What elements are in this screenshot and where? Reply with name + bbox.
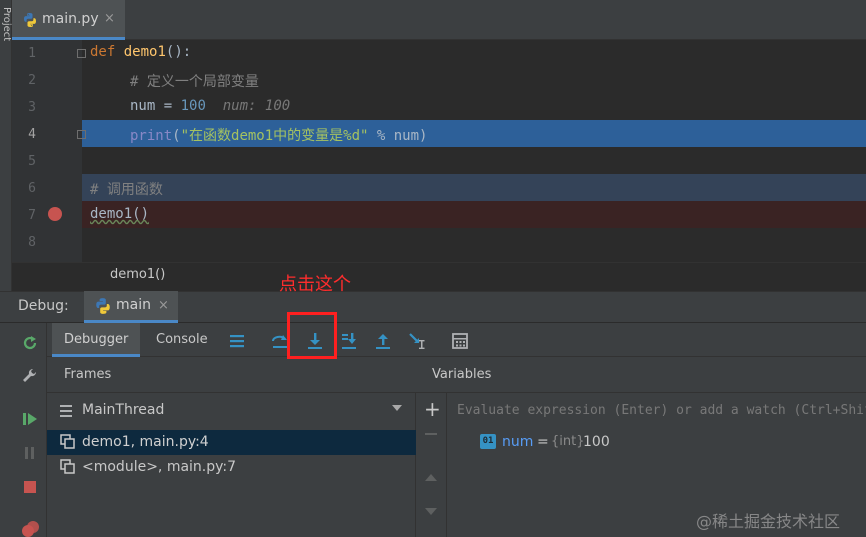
wrench-icon[interactable]: [20, 366, 40, 386]
code-line-7: demo1(): [90, 206, 149, 222]
variable-equals: =: [537, 434, 549, 450]
debug-title: Debug:: [18, 298, 69, 314]
fold-marker-icon[interactable]: [77, 130, 86, 139]
line-number: 3: [28, 100, 36, 115]
step-out-icon[interactable]: [373, 331, 393, 351]
close-session-icon[interactable]: ×: [158, 298, 169, 313]
breadcrumb[interactable]: demo1(): [110, 267, 165, 282]
python-file-icon: [24, 13, 36, 27]
code-comment: # 定义一个局部变量: [130, 74, 259, 90]
thread-name: MainThread: [82, 402, 165, 418]
evaluate-expression-input[interactable]: [447, 396, 866, 424]
remove-watch-icon[interactable]: [425, 433, 437, 435]
code-comment: # 调用函数: [90, 182, 163, 198]
add-watch-icon[interactable]: +: [424, 399, 441, 419]
fold-marker-icon[interactable]: [77, 49, 86, 58]
rerun-icon[interactable]: [20, 333, 40, 353]
resume-icon[interactable]: [20, 409, 40, 429]
code-line-4: print("在函数demo1中的变量是%d" % num): [130, 125, 427, 145]
watermark: @稀土掘金技术社区: [696, 512, 841, 531]
file-tab-main-py[interactable]: main.py ×: [12, 0, 125, 40]
chevron-down-icon[interactable]: [392, 405, 402, 411]
pause-icon[interactable]: [20, 443, 40, 463]
variable-value: 100: [583, 434, 610, 450]
thread-icon: [60, 405, 72, 417]
step-into-my-code-icon[interactable]: [339, 331, 359, 351]
frame-label[interactable]: <module>, main.py:7: [82, 459, 236, 475]
evaluate-expression-icon[interactable]: [450, 331, 470, 351]
code-call: demo1(): [90, 206, 150, 222]
debug-side-toolbar: [0, 323, 47, 537]
variable-type: {int}: [551, 434, 585, 449]
tab-console[interactable]: Console: [156, 332, 208, 347]
view-breakpoints-icon[interactable]: [20, 519, 40, 537]
code-number: 100: [180, 98, 206, 114]
editor-tab-bar: [12, 0, 866, 40]
breakpoint-line-highlight: [82, 201, 866, 228]
code-punct: (: [172, 128, 181, 144]
code-punct: ():: [165, 44, 192, 60]
caret-line-highlight: [82, 174, 866, 201]
line-number: 1: [28, 46, 36, 61]
line-number: 7: [28, 208, 36, 223]
line-number: 8: [28, 235, 36, 250]
code-builtin: print: [130, 128, 173, 144]
menu-icon[interactable]: [227, 331, 247, 351]
stack-frame-icon: [60, 434, 75, 449]
keyword-def: def: [90, 44, 116, 60]
variable-name[interactable]: num: [502, 434, 533, 450]
project-strip-label[interactable]: Project: [0, 7, 12, 55]
line-number: 4: [28, 127, 36, 142]
code-rest: % num): [368, 128, 428, 144]
code-op: =: [155, 98, 181, 114]
annotation-highlight-box: [287, 312, 337, 359]
code-line-1: def demo1():: [90, 44, 191, 60]
file-tab-label: main.py: [42, 11, 99, 27]
stop-icon[interactable]: [20, 477, 40, 497]
code-line-3: num = 100 num: 100: [130, 98, 290, 114]
line-number: 5: [28, 154, 36, 169]
code-var: num: [130, 98, 156, 114]
move-down-icon[interactable]: [425, 508, 437, 515]
stack-frame-icon: [60, 459, 75, 474]
code-line-6: # 调用函数: [90, 179, 163, 199]
frames-title: Frames: [64, 367, 112, 382]
variables-title: Variables: [432, 367, 492, 382]
python-icon: [96, 298, 110, 314]
frame-label: demo1, main.py:4: [82, 434, 209, 450]
close-tab-icon[interactable]: ×: [104, 11, 115, 26]
move-up-icon[interactable]: [425, 474, 437, 481]
debug-session-label: main: [116, 297, 151, 313]
tab-debugger-label: Debugger: [64, 332, 129, 347]
run-to-cursor-icon[interactable]: [407, 331, 427, 351]
line-number: 6: [28, 181, 36, 196]
line-number: 2: [28, 73, 36, 88]
int-variable-icon: 01: [480, 434, 496, 449]
code-string: "在函数demo1中的变量是%d": [180, 128, 369, 144]
annotation-label: 点击这个: [279, 274, 351, 295]
function-name: demo1: [123, 44, 166, 60]
code-line-2: # 定义一个局部变量: [130, 71, 259, 91]
inline-value-hint: num: 100: [222, 98, 291, 114]
breakpoint-icon[interactable]: [48, 207, 62, 221]
